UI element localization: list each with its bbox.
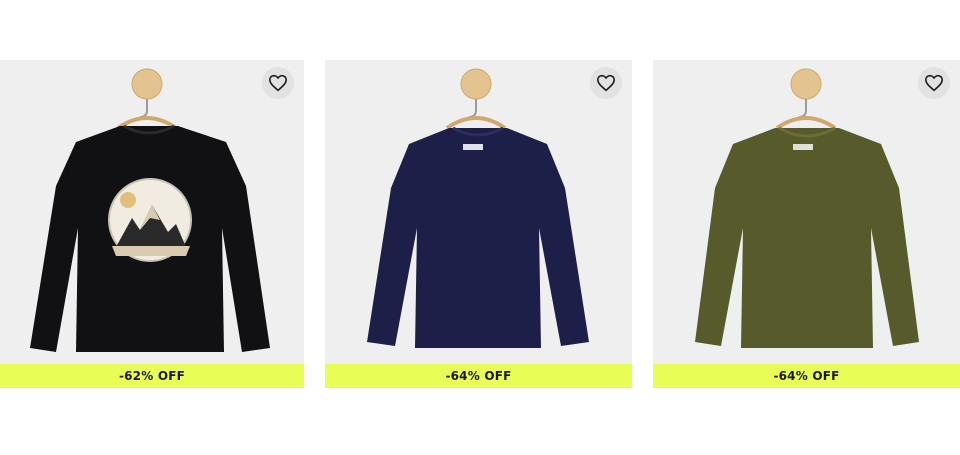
- product-card[interactable]: -64% OFF: [653, 60, 960, 388]
- product-image[interactable]: [653, 60, 960, 363]
- product-grid: -62% OFF -64% OFF -64% OFF: [0, 60, 960, 388]
- discount-badge: -64% OFF: [325, 364, 632, 388]
- product-card[interactable]: -62% OFF: [0, 60, 304, 388]
- heart-outline-icon: [269, 74, 287, 92]
- discount-badge: -64% OFF: [653, 364, 960, 388]
- product-image[interactable]: [0, 60, 304, 363]
- heart-outline-icon: [924, 74, 943, 92]
- favorite-button[interactable]: [262, 67, 294, 99]
- favorite-button[interactable]: [918, 67, 950, 99]
- heart-outline-icon: [596, 74, 615, 92]
- product-image[interactable]: [325, 60, 632, 363]
- favorite-button[interactable]: [590, 67, 622, 99]
- discount-badge: -62% OFF: [0, 364, 304, 388]
- product-card[interactable]: -64% OFF: [325, 60, 632, 388]
